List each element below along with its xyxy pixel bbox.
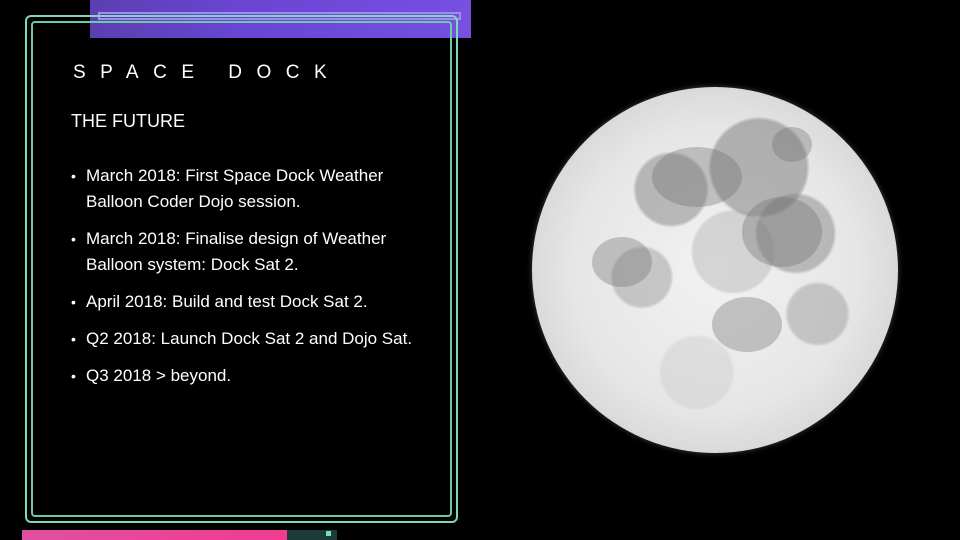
bullet-text: Q2 2018: Launch Dock Sat 2 and Dojo Sat. [86,329,413,348]
moon-crater [652,147,742,207]
moon-crater [592,237,652,287]
bullet-dot: • [71,168,76,184]
moon-crater [712,297,782,352]
moon-crater [772,127,812,162]
bullet-text: Q3 2018 > beyond. [86,366,232,385]
bullet-dot: • [71,231,76,247]
brand-title: SPACE DOCK [73,62,342,83]
moon-crater [742,197,822,267]
bullet-text: March 2018: First Space Dock Weather Bal… [86,166,384,211]
bullet-text: March 2018: Finalise design of Weather B… [86,229,387,274]
bullet-item: • Q2 2018: Launch Dock Sat 2 and Dojo Sat… [71,326,416,352]
bullet-list: • March 2018: First Space Dock Weather Ba… [71,163,416,400]
bullet-dot: • [71,368,76,384]
bottom-accent-bar [22,530,287,540]
section-title: THE FUTURE [71,111,185,131]
bullet-item: • April 2018: Build and test Dock Sat 2. [71,289,416,315]
bullet-item: • March 2018: First Space Dock Weather Ba… [71,163,416,215]
bullet-dot: • [71,294,76,310]
moon-image [532,87,898,453]
bottom-accent-dot [326,531,331,536]
bullet-item: • March 2018: Finalise design of Weather … [71,226,416,278]
bullet-item: • Q3 2018 > beyond. [71,363,416,389]
bullet-dot: • [71,331,76,347]
bullet-text: April 2018: Build and test Dock Sat 2. [86,292,368,311]
